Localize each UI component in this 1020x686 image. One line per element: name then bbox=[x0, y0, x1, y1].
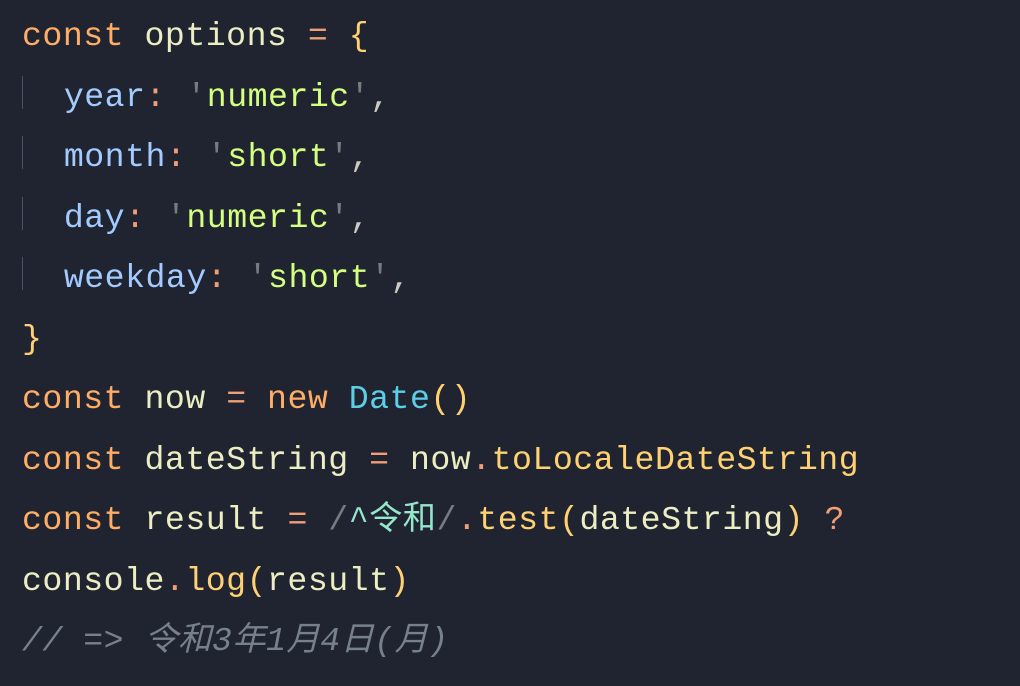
code-token: dateString bbox=[579, 501, 783, 539]
code-token: ( bbox=[559, 501, 579, 539]
code-token: day bbox=[64, 199, 125, 237]
code-token: month bbox=[64, 138, 166, 176]
indent-guide bbox=[22, 136, 23, 169]
code-token: short bbox=[268, 259, 370, 297]
code-token: / bbox=[437, 501, 457, 539]
code-token: ) bbox=[784, 501, 804, 539]
code-token: { bbox=[349, 17, 369, 55]
code-token: now bbox=[145, 380, 206, 418]
code-token bbox=[227, 259, 247, 297]
code-line: weekday: 'short', bbox=[22, 259, 411, 297]
code-token: ' bbox=[166, 199, 186, 237]
code-token: , bbox=[350, 138, 370, 176]
code-token: ) bbox=[451, 380, 471, 418]
code-token: short bbox=[227, 138, 329, 176]
code-token: ( bbox=[247, 562, 267, 600]
code-token: result bbox=[267, 562, 390, 600]
code-token: const bbox=[22, 441, 124, 479]
code-token: / bbox=[328, 501, 348, 539]
code-token: log bbox=[185, 562, 246, 600]
code-line: // => 令和3年1月4日(月) bbox=[22, 622, 449, 660]
code-token bbox=[247, 380, 267, 418]
code-token bbox=[267, 501, 287, 539]
code-token: numeric bbox=[207, 78, 350, 116]
code-token: const bbox=[22, 17, 124, 55]
code-line: const result = /^令和/.test(dateString) ? bbox=[22, 501, 845, 539]
code-token bbox=[287, 17, 307, 55]
code-token: : bbox=[166, 138, 186, 176]
code-token: ' bbox=[186, 78, 206, 116]
code-line: const options = { bbox=[22, 17, 369, 55]
code-token: ' bbox=[248, 259, 268, 297]
code-token: ) bbox=[390, 562, 410, 600]
code-line: console.log(result) bbox=[22, 562, 410, 600]
code-token bbox=[124, 380, 144, 418]
code-token: ' bbox=[329, 138, 349, 176]
code-token: year bbox=[64, 78, 146, 116]
code-token: Date bbox=[349, 380, 431, 418]
code-token: = bbox=[226, 380, 246, 418]
code-token: , bbox=[350, 199, 370, 237]
code-token: : bbox=[207, 259, 227, 297]
code-token bbox=[328, 380, 348, 418]
code-token: ? bbox=[824, 501, 844, 539]
code-token: ' bbox=[207, 138, 227, 176]
code-token: now bbox=[410, 441, 471, 479]
code-line: day: 'numeric', bbox=[22, 199, 370, 237]
code-token: . bbox=[165, 562, 185, 600]
code-token: weekday bbox=[64, 259, 207, 297]
code-token bbox=[166, 78, 186, 116]
indent-guide bbox=[22, 197, 23, 230]
code-token bbox=[124, 501, 144, 539]
code-token bbox=[206, 380, 226, 418]
code-token bbox=[349, 441, 369, 479]
code-token: , bbox=[391, 259, 411, 297]
code-token: console bbox=[22, 562, 165, 600]
code-token bbox=[390, 441, 410, 479]
indent-guide bbox=[22, 257, 23, 290]
indent-guide bbox=[22, 76, 23, 109]
code-block: const options = { year: 'numeric', month… bbox=[22, 17, 859, 660]
code-token bbox=[124, 17, 144, 55]
code-token: . bbox=[457, 501, 477, 539]
code-token: ' bbox=[370, 259, 390, 297]
code-line: year: 'numeric', bbox=[22, 78, 391, 116]
code-token bbox=[124, 441, 144, 479]
code-line: } bbox=[22, 320, 42, 358]
code-token: = bbox=[369, 441, 389, 479]
code-token: ' bbox=[329, 199, 349, 237]
code-token: toLocaleDateString bbox=[492, 441, 859, 479]
code-token: new bbox=[267, 380, 328, 418]
code-token: ^令和 bbox=[349, 501, 437, 539]
code-token: } bbox=[22, 320, 42, 358]
code-line: const now = new Date() bbox=[22, 380, 471, 418]
code-token: ' bbox=[350, 78, 370, 116]
code-token: : bbox=[146, 78, 166, 116]
code-token bbox=[146, 199, 166, 237]
code-token bbox=[186, 138, 206, 176]
code-token: numeric bbox=[186, 199, 329, 237]
code-line: const dateString = now.toLocaleDateStrin… bbox=[22, 441, 859, 479]
code-token: // => 令和3年1月4日(月) bbox=[22, 622, 449, 660]
code-token: = bbox=[308, 17, 328, 55]
code-token: result bbox=[145, 501, 268, 539]
code-token: const bbox=[22, 380, 124, 418]
code-token: const bbox=[22, 501, 124, 539]
code-token: : bbox=[125, 199, 145, 237]
code-token: test bbox=[477, 501, 559, 539]
code-token: = bbox=[287, 501, 307, 539]
code-token bbox=[328, 17, 348, 55]
code-token: options bbox=[145, 17, 288, 55]
code-line: month: 'short', bbox=[22, 138, 370, 176]
code-token: ( bbox=[430, 380, 450, 418]
code-token: dateString bbox=[145, 441, 349, 479]
code-editor[interactable]: const options = { year: 'numeric', month… bbox=[0, 0, 1020, 672]
code-token bbox=[804, 501, 824, 539]
code-token bbox=[308, 501, 328, 539]
code-token: , bbox=[370, 78, 390, 116]
code-token: . bbox=[471, 441, 491, 479]
